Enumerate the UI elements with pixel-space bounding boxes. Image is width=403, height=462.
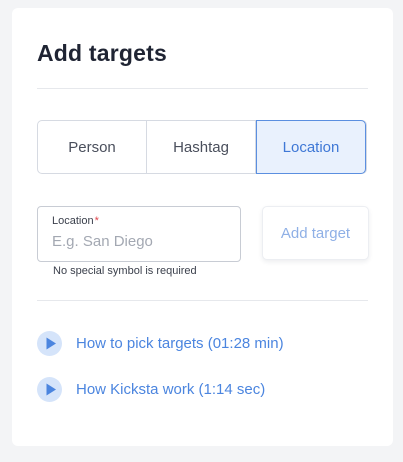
location-field-hint: No special symbol is required: [53, 265, 197, 277]
target-type-location-tab[interactable]: Location: [256, 120, 366, 174]
video-link-pick-targets[interactable]: How to pick targets (01:28 min): [37, 331, 284, 356]
play-circle-icon: [37, 377, 62, 402]
add-target-button[interactable]: Add target: [262, 206, 369, 260]
video-link-label: How Kicksta work (1:14 sec): [76, 381, 266, 398]
video-link-label: How to pick targets (01:28 min): [76, 335, 284, 352]
location-field[interactable]: Location*: [37, 206, 241, 262]
target-type-selector: Person Hashtag Location: [37, 120, 367, 174]
play-circle-icon: [37, 331, 62, 356]
required-marker: *: [94, 215, 99, 227]
location-input[interactable]: [52, 230, 232, 252]
location-field-label: Location*: [52, 215, 99, 227]
add-targets-panel: Add targets Person Hashtag Location Loca…: [12, 8, 393, 446]
title-divider: [37, 88, 368, 89]
panel-title: Add targets: [37, 40, 167, 66]
section-divider: [37, 300, 368, 301]
target-type-hashtag-tab[interactable]: Hashtag: [147, 121, 256, 173]
target-type-person-tab[interactable]: Person: [38, 121, 147, 173]
video-link-how-kicksta-works[interactable]: How Kicksta work (1:14 sec): [37, 377, 265, 402]
location-label-text: Location: [52, 215, 94, 227]
